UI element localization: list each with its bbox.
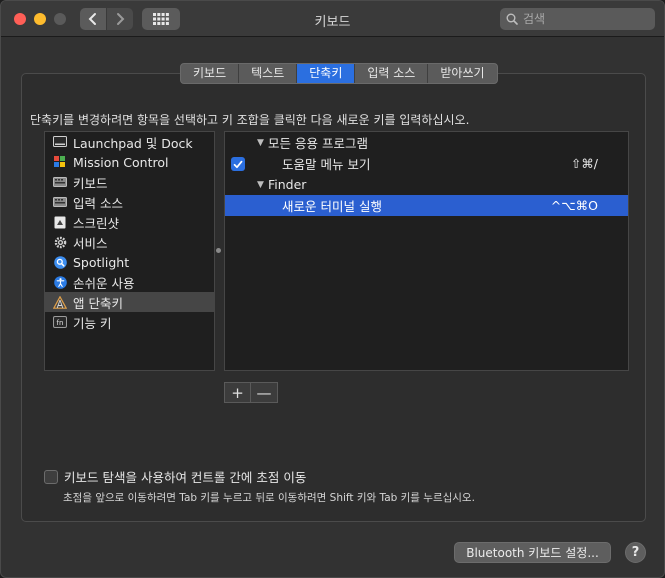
category-input-sources[interactable]: 입력 소스	[45, 192, 214, 212]
checkmark-icon	[233, 160, 243, 168]
accessibility-icon	[53, 275, 67, 289]
app-shortcuts-icon	[53, 295, 67, 309]
group-all-applications[interactable]: ▼ 모든 응용 프로그램	[225, 132, 628, 153]
add-shortcut-button[interactable]: +	[225, 383, 251, 402]
shortcut-keys[interactable]: ⇧⌘/	[571, 156, 598, 171]
category-label: 기능 키	[73, 315, 112, 331]
disclosure-triangle-icon[interactable]: ▼	[257, 138, 267, 148]
fn-key-icon: fn	[53, 315, 67, 329]
keyboard-navigation-checkbox[interactable]	[44, 469, 58, 484]
tab-text[interactable]: 텍스트	[239, 64, 298, 83]
category-label: Launchpad 및 Dock	[73, 135, 193, 151]
category-function-keys[interactable]: fn 기능 키	[45, 312, 214, 332]
screenshot-icon	[53, 215, 67, 229]
search-input[interactable]	[523, 12, 643, 26]
split-view-divider[interactable]	[216, 248, 221, 253]
input-source-icon	[53, 195, 67, 209]
category-label: 키보드	[73, 175, 108, 191]
shortcut-label: 새로운 터미널 실행	[282, 199, 382, 214]
category-label: 입력 소스	[73, 195, 123, 211]
group-label: Finder	[268, 177, 307, 192]
category-mission-control[interactable]: Mission Control	[45, 152, 214, 172]
category-label: 스크린샷	[73, 215, 120, 231]
shortcut-enabled-checkbox[interactable]	[231, 157, 245, 171]
category-spotlight[interactable]: Spotlight	[45, 252, 214, 272]
help-button[interactable]: ?	[625, 542, 646, 563]
search-field[interactable]	[500, 8, 655, 30]
keyboard-navigation-option[interactable]: 키보드 탐색을 사용하여 컨트롤 간에 초점 이동	[44, 467, 306, 486]
tab-shortcuts[interactable]: 단축키	[297, 64, 356, 83]
tab-bar: 키보드 텍스트 단축키 입력 소스 받아쓰기	[180, 63, 498, 84]
spotlight-icon	[53, 255, 67, 269]
shortcut-row-help-menu[interactable]: 도움말 메뉴 보기 ⇧⌘/	[225, 153, 628, 174]
shortcut-label: 도움말 메뉴 보기	[282, 157, 371, 172]
svg-text:fn: fn	[57, 319, 64, 327]
keyboard-navigation-hint: 초점을 앞으로 이동하려면 Tab 키를 누르고 뒤로 이동하려면 Shift …	[63, 492, 475, 504]
category-launchpad[interactable]: Launchpad 및 Dock	[45, 132, 214, 152]
keyboard-icon	[53, 175, 67, 189]
group-label: 모든 응용 프로그램	[268, 136, 368, 151]
tab-dictation[interactable]: 받아쓰기	[428, 64, 496, 83]
category-label: 앱 단축키	[73, 295, 123, 311]
add-remove-control: + —	[224, 382, 278, 403]
shortcut-list: ▼ 모든 응용 프로그램 도움말 메뉴 보기 ⇧⌘/ ▼ Finder 새로운 …	[224, 131, 629, 371]
category-label: 손쉬운 사용	[73, 275, 135, 291]
category-label: 서비스	[73, 235, 108, 251]
remove-shortcut-button[interactable]: —	[251, 383, 277, 402]
gear-icon	[53, 235, 67, 249]
bluetooth-keyboard-setup-button[interactable]: Bluetooth 키보드 설정...	[454, 542, 611, 563]
category-accessibility[interactable]: 손쉬운 사용	[45, 272, 214, 292]
category-label: Spotlight	[73, 254, 130, 270]
category-label: Mission Control	[73, 154, 169, 170]
category-keyboard[interactable]: 키보드	[45, 172, 214, 192]
group-finder[interactable]: ▼ Finder	[225, 174, 628, 195]
preferences-window: 키보드 키보드 텍스트 단축키 입력 소스 받아쓰기 단축키를 변경하려면 항목…	[0, 0, 665, 578]
shortcut-keys[interactable]: ^⌥⌘O	[551, 198, 598, 213]
tab-input-sources[interactable]: 입력 소스	[355, 64, 429, 83]
category-screenshot[interactable]: 스크린샷	[45, 212, 214, 232]
instruction-text: 단축키를 변경하려면 항목을 선택하고 키 조합을 클릭한 다음 새로운 키를 …	[30, 113, 470, 127]
tab-keyboard[interactable]: 키보드	[181, 64, 240, 83]
category-list: Launchpad 및 Dock Mission Control 키보드 입력 …	[44, 131, 215, 371]
title-bar: 키보드	[1, 1, 664, 37]
search-icon	[506, 13, 518, 25]
launchpad-icon	[53, 135, 67, 149]
disclosure-triangle-icon[interactable]: ▼	[257, 180, 267, 190]
mission-control-icon	[53, 155, 67, 169]
keyboard-navigation-label: 키보드 탐색을 사용하여 컨트롤 간에 초점 이동	[64, 470, 307, 485]
category-app-shortcuts[interactable]: 앱 단축키	[45, 292, 214, 312]
shortcut-row-new-terminal[interactable]: 새로운 터미널 실행 ^⌥⌘O	[225, 195, 628, 216]
category-services[interactable]: 서비스	[45, 232, 214, 252]
